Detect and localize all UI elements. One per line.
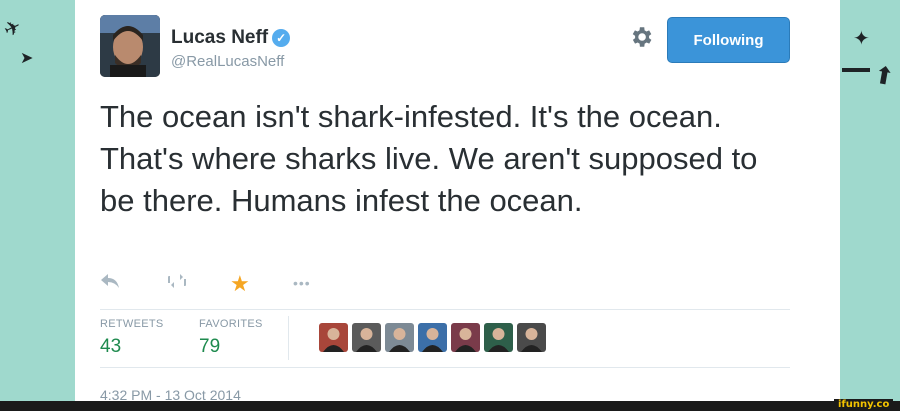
retweets-count: 43: [100, 336, 122, 357]
favoriter-avatar[interactable]: [352, 323, 381, 352]
favoriters-list: [319, 323, 546, 352]
more-icon[interactable]: •••: [293, 272, 311, 294]
favorites-count: 79: [199, 336, 221, 357]
retweet-icon[interactable]: [166, 272, 188, 295]
bird-silhouette-icon: ➤: [20, 48, 34, 67]
retweets-stat[interactable]: RETWEETS 43: [100, 318, 164, 358]
favoriter-avatar[interactable]: [418, 323, 447, 352]
favoriter-avatar[interactable]: [319, 323, 348, 352]
bird-silhouette-icon: ✦: [853, 26, 870, 50]
author-name-text[interactable]: Lucas Neff: [171, 27, 268, 49]
tweet-card: Lucas Neff ✓ @RealLucasNeff Following Th…: [75, 0, 840, 401]
bird-silhouette-icon: ⬆: [871, 60, 897, 92]
stat-separator: [288, 316, 289, 360]
verified-badge-icon: ✓: [272, 29, 291, 47]
author-handle[interactable]: @RealLucasNeff: [171, 53, 284, 70]
divider: [100, 309, 790, 310]
favorite-star-icon[interactable]: ★: [230, 272, 250, 296]
tweet-timestamp[interactable]: 4:32 PM - 13 Oct 2014: [100, 387, 241, 401]
reply-icon[interactable]: [100, 272, 120, 295]
bottom-bar: [0, 401, 900, 411]
author-avatar[interactable]: [100, 15, 160, 77]
ifunny-watermark: ifunny.co: [834, 399, 894, 411]
gear-icon[interactable]: [628, 24, 654, 50]
favoriter-avatar[interactable]: [385, 323, 414, 352]
favorites-label: FAVORITES: [199, 318, 263, 330]
following-button[interactable]: Following: [667, 17, 790, 63]
favoriter-avatar[interactable]: [484, 323, 513, 352]
author-name[interactable]: Lucas Neff ✓: [171, 27, 291, 49]
retweets-label: RETWEETS: [100, 318, 164, 330]
bird-silhouette-icon: ✈: [0, 13, 26, 43]
bird-silhouette-icon: [842, 68, 870, 72]
favorites-stat[interactable]: FAVORITES 79: [199, 318, 263, 358]
tweet-text: The ocean isn't shark-infested. It's the…: [100, 99, 758, 218]
favoriter-avatar[interactable]: [517, 323, 546, 352]
divider: [100, 367, 790, 368]
favoriter-avatar[interactable]: [451, 323, 480, 352]
